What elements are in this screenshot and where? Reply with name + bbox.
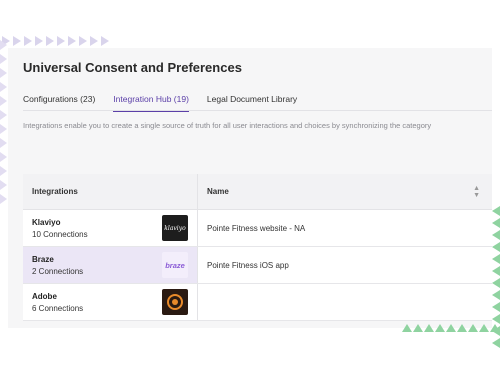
connection-name[interactable]: Pointe Fitness iOS app bbox=[198, 247, 492, 283]
connection-count: 6 Connections bbox=[32, 303, 84, 313]
page-title: Universal Consent and Preferences bbox=[23, 60, 242, 75]
integration-item-adobe[interactable]: Adobe 6 Connections bbox=[23, 284, 198, 320]
adobe-logo-icon bbox=[162, 289, 188, 315]
table-header: Integrations Name ▲ ▼ bbox=[23, 174, 492, 210]
decorative-triangles-left bbox=[0, 40, 7, 208]
description-text: Integrations enable you to create a sing… bbox=[23, 121, 432, 130]
column-header-integrations: Integrations bbox=[23, 174, 198, 209]
table-row: Klaviyo 10 Connections klaviyo Pointe Fi… bbox=[23, 210, 492, 247]
column-header-name-label: Name bbox=[207, 187, 229, 196]
integration-name: Adobe bbox=[32, 291, 57, 301]
decorative-triangles-top bbox=[2, 36, 112, 46]
decorative-triangles-bottom bbox=[402, 324, 500, 332]
connection-count: 10 Connections bbox=[32, 229, 88, 239]
integration-item-klaviyo[interactable]: Klaviyo 10 Connections klaviyo bbox=[23, 210, 198, 246]
table-row: Braze 2 Connections braze Pointe Fitness… bbox=[23, 247, 492, 284]
sort-icon[interactable]: ▲ ▼ bbox=[473, 185, 480, 199]
integration-name: Braze bbox=[32, 254, 54, 264]
klaviyo-logo-icon: klaviyo bbox=[162, 215, 188, 241]
connection-name[interactable]: Pointe Fitness website - NA bbox=[198, 210, 492, 246]
consent-panel: Universal Consent and Preferences Config… bbox=[8, 48, 492, 328]
tab-divider bbox=[23, 110, 492, 111]
braze-logo-icon: braze bbox=[162, 252, 188, 278]
connection-count: 2 Connections bbox=[32, 266, 84, 276]
integration-item-braze[interactable]: Braze 2 Connections braze bbox=[23, 247, 198, 283]
integration-name: Klaviyo bbox=[32, 217, 61, 227]
table-row: Adobe 6 Connections bbox=[23, 284, 492, 321]
column-header-name[interactable]: Name ▲ ▼ bbox=[198, 174, 492, 209]
connection-name bbox=[198, 284, 492, 320]
integrations-table: Integrations Name ▲ ▼ Klaviyo 10 Connecti… bbox=[23, 174, 492, 321]
